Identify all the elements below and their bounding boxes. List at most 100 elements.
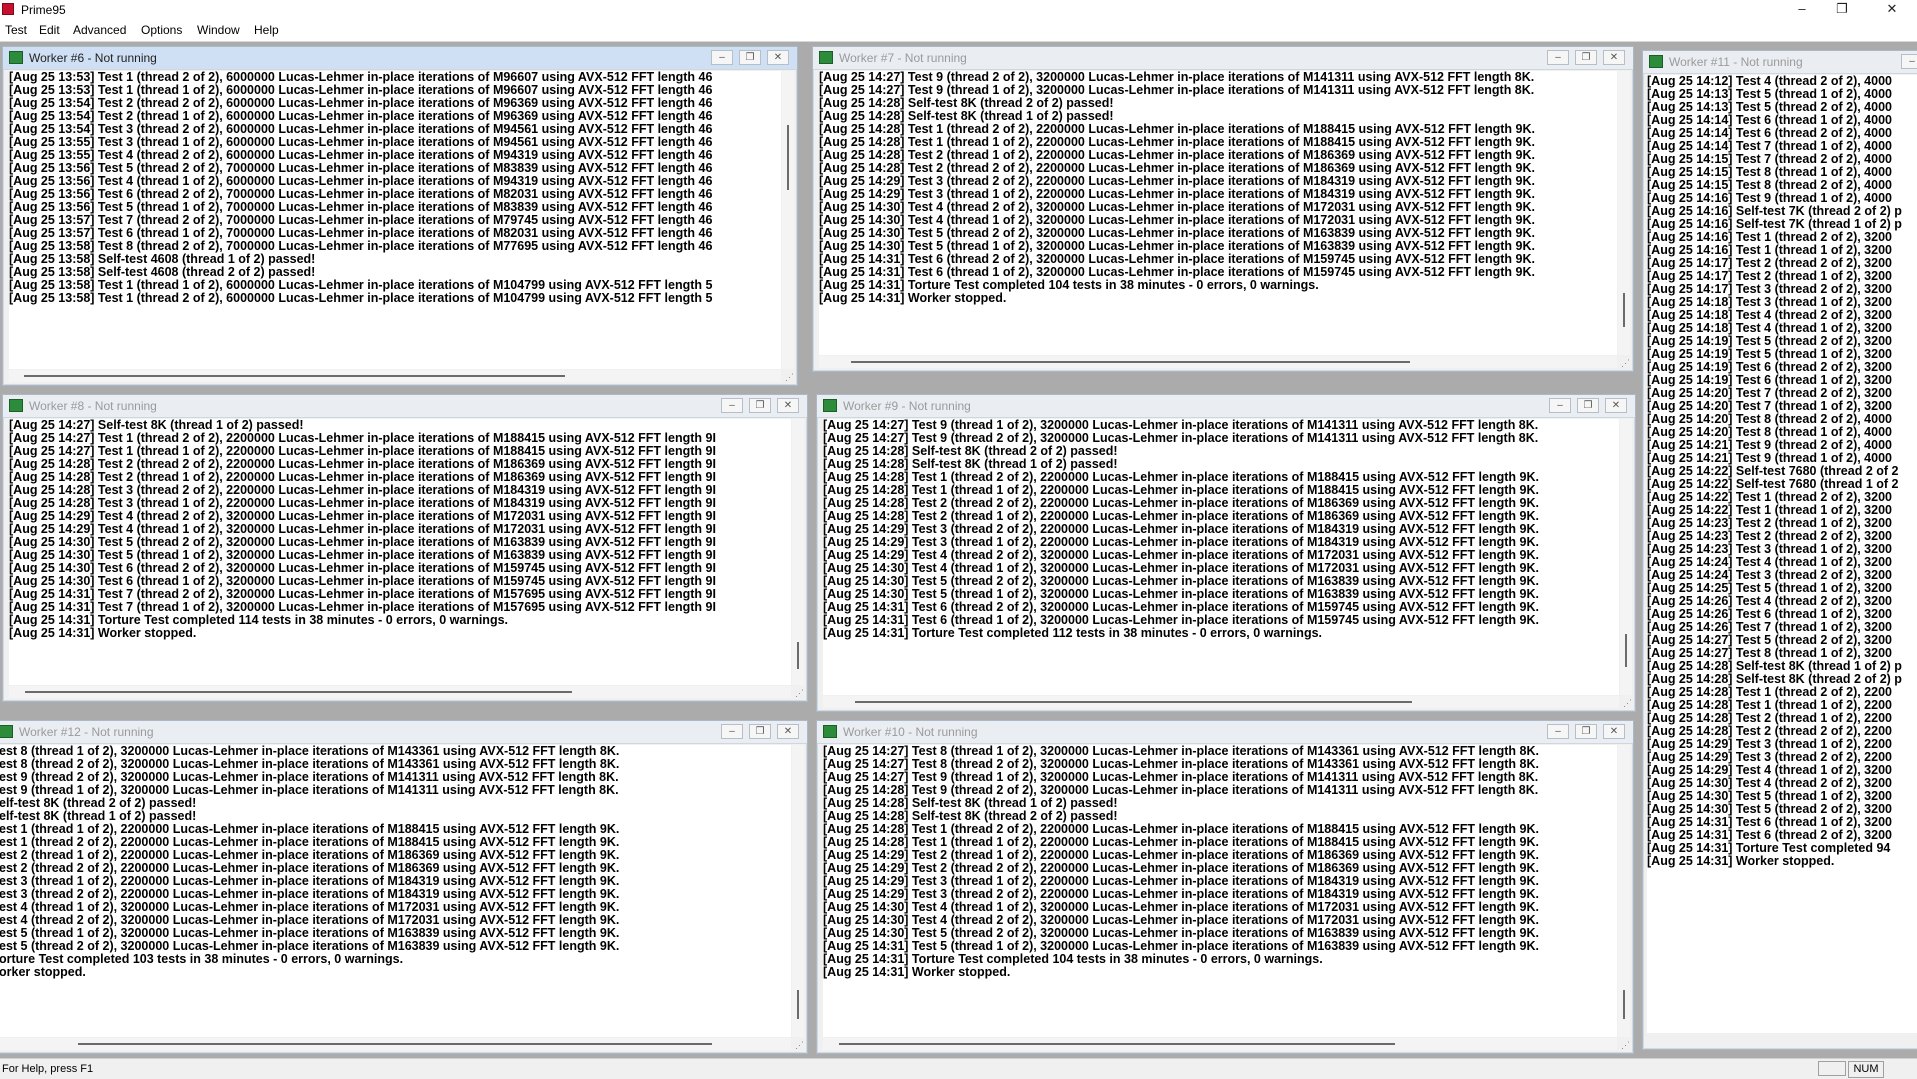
close-icon[interactable]: ✕: [1605, 398, 1627, 413]
worker-log[interactable]: est 8 (thread 1 of 2), 3200000 Lucas-Leh…: [0, 745, 791, 1037]
menu-window[interactable]: Window: [195, 23, 242, 37]
minimize-icon[interactable]: –: [1901, 54, 1917, 69]
worker-7-window[interactable]: Worker #7 - Not running – ❐ ✕ [Aug 25 14:27]…: [812, 46, 1634, 372]
resize-grip-icon[interactable]: ⋰: [1620, 358, 1631, 369]
log-line: [Aug 25 14:31] Worker stopped.: [9, 626, 197, 640]
resize-grip-icon[interactable]: ⋰: [1622, 698, 1633, 709]
horizontal-scrollbar[interactable]: [823, 1038, 1617, 1050]
app-title: Prime95: [21, 3, 66, 17]
worker-log[interactable]: [Aug 25 14:27] Self-test 8K (thread 1 of…: [9, 419, 791, 685]
worker-12-window[interactable]: Worker #12 - Not running – ❐ ✕ est 8 (thread…: [0, 720, 808, 1054]
status-pane-empty: [1818, 1061, 1846, 1076]
vertical-scroll-thumb[interactable]: [797, 990, 799, 1020]
horizontal-scroll-thumb[interactable]: [78, 1043, 712, 1045]
status-num-lock: NUM: [1848, 1061, 1884, 1078]
worker-log[interactable]: [Aug 25 14:27] Test 9 (thread 1 of 2), 3…: [823, 419, 1619, 695]
minimize-icon[interactable]: –: [721, 398, 743, 413]
vertical-scroll-thumb[interactable]: [797, 642, 799, 670]
menu-edit[interactable]: Edit: [37, 23, 62, 37]
log-line: [Aug 25 13:58] Test 1 (thread 2 of 2), 6…: [9, 291, 713, 305]
worker-log[interactable]: [Aug 25 14:27] Test 8 (thread 1 of 2), 3…: [823, 745, 1617, 1037]
minimize-icon[interactable]: –: [1547, 724, 1569, 739]
horizontal-scroll-thumb[interactable]: [24, 375, 565, 377]
worker-titlebar[interactable]: Worker #7 - Not running – ❐ ✕: [813, 47, 1633, 70]
close-icon[interactable]: ✕: [777, 398, 799, 413]
vertical-scrollbar[interactable]: [1618, 745, 1630, 1037]
vertical-scrollbar[interactable]: [792, 419, 804, 685]
prime95-app-icon: [2, 3, 14, 15]
horizontal-scroll-thumb[interactable]: [854, 701, 1413, 703]
status-help-text: For Help, press F1: [2, 1063, 94, 1075]
close-icon[interactable]: ✕: [1603, 724, 1625, 739]
horizontal-scroll-thumb[interactable]: [838, 1043, 1395, 1045]
restore-icon[interactable]: ❐: [749, 398, 771, 413]
horizontal-scrollbar[interactable]: [9, 686, 791, 698]
vertical-scrollbar[interactable]: [782, 71, 794, 369]
horizontal-scrollbar[interactable]: [9, 370, 781, 382]
worker-window-icon: [823, 399, 837, 412]
worker-10-window[interactable]: Worker #10 - Not running – ❐ ✕ [Aug 25 14:27…: [816, 720, 1634, 1054]
worker-titlebar[interactable]: Worker #10 - Not running – ❐ ✕: [817, 721, 1633, 744]
close-icon[interactable]: ✕: [1603, 50, 1625, 65]
worker-title: Worker #10 - Not running: [843, 725, 978, 739]
minimize-icon[interactable]: –: [711, 50, 733, 65]
resize-grip-icon[interactable]: ⋰: [1620, 1040, 1631, 1051]
worker-titlebar[interactable]: Worker #9 - Not running – ❐ ✕: [817, 395, 1635, 418]
vertical-scrollbar[interactable]: [1620, 419, 1632, 695]
app-maximize-button[interactable]: ❐: [1822, 0, 1862, 20]
close-icon[interactable]: ✕: [777, 724, 799, 739]
restore-icon[interactable]: ❐: [1577, 398, 1599, 413]
close-icon[interactable]: ✕: [767, 50, 789, 65]
worker-titlebar[interactable]: Worker #8 - Not running – ❐ ✕: [3, 395, 807, 418]
horizontal-scroll-thumb[interactable]: [850, 361, 1410, 363]
menu-test[interactable]: Test: [3, 23, 29, 37]
worker-6-window[interactable]: Worker #6 - Not running – ❐ ✕ [Aug 25 13:53]…: [2, 46, 798, 386]
restore-icon[interactable]: ❐: [749, 724, 771, 739]
vertical-scroll-thumb[interactable]: [1625, 634, 1627, 668]
worker-window-icon: [9, 51, 23, 64]
resize-grip-icon[interactable]: ⋰: [794, 1040, 805, 1051]
menu-advanced[interactable]: Advanced: [71, 23, 128, 37]
resize-grip-icon[interactable]: ⋰: [784, 372, 795, 383]
menu-options[interactable]: Options: [139, 23, 184, 37]
restore-icon[interactable]: ❐: [1575, 50, 1597, 65]
minimize-icon[interactable]: –: [721, 724, 743, 739]
worker-log[interactable]: [Aug 25 14:12] Test 4 (thread 2 of 2), 4…: [1647, 75, 1917, 1033]
app-close-button[interactable]: ✕: [1872, 0, 1912, 20]
minimize-icon[interactable]: –: [1547, 50, 1569, 65]
menu-help[interactable]: Help: [252, 23, 281, 37]
app-minimize-button[interactable]: –: [1782, 0, 1822, 20]
worker-title: Worker #8 - Not running: [29, 399, 157, 413]
log-line: [Aug 25 14:31] Worker stopped.: [1647, 854, 1835, 868]
app-titlebar: Prime95 – ❐ ✕: [0, 0, 1917, 21]
worker-9-window[interactable]: Worker #9 - Not running – ❐ ✕ [Aug 25 14:27]…: [816, 394, 1636, 712]
worker-window-icon: [819, 51, 833, 64]
restore-icon[interactable]: ❐: [1575, 724, 1597, 739]
resize-grip-icon[interactable]: ⋰: [794, 688, 805, 699]
vertical-scroll-thumb[interactable]: [787, 124, 789, 191]
horizontal-scrollbar[interactable]: [823, 696, 1619, 708]
worker-title: Worker #6 - Not running: [29, 51, 157, 65]
worker-8-window[interactable]: Worker #8 - Not running – ❐ ✕ [Aug 25 14:27]…: [2, 394, 808, 702]
worker-title: Worker #11 - Not running: [1669, 55, 1803, 69]
log-line: [Aug 25 14:31] Worker stopped.: [819, 291, 1007, 305]
worker-titlebar[interactable]: Worker #6 - Not running – ❐ ✕: [3, 47, 797, 70]
worker-log[interactable]: [Aug 25 13:53] Test 1 (thread 2 of 2), 6…: [9, 71, 781, 369]
vertical-scrollbar[interactable]: [1618, 71, 1630, 355]
minimize-icon[interactable]: –: [1549, 398, 1571, 413]
horizontal-scrollbar[interactable]: [819, 356, 1617, 368]
worker-title: Worker #9 - Not running: [843, 399, 971, 413]
vertical-scroll-thumb[interactable]: [1623, 990, 1625, 1020]
horizontal-scroll-thumb[interactable]: [24, 691, 573, 693]
restore-icon[interactable]: ❐: [739, 50, 761, 65]
menu-bar: Test Edit Advanced Options Window Help: [0, 20, 1917, 42]
vertical-scrollbar[interactable]: [792, 745, 804, 1037]
worker-log[interactable]: [Aug 25 14:27] Test 9 (thread 2 of 2), 3…: [819, 71, 1617, 355]
vertical-scroll-thumb[interactable]: [1623, 292, 1625, 327]
worker-titlebar[interactable]: Worker #11 - Not running –: [1643, 51, 1917, 74]
worker-11-window[interactable]: Worker #11 - Not running – [Aug 25 14:12] …: [1642, 50, 1917, 1050]
horizontal-scrollbar[interactable]: [0, 1038, 791, 1050]
worker-titlebar[interactable]: Worker #12 - Not running – ❐ ✕: [0, 721, 807, 744]
worker-title: Worker #7 - Not running: [839, 51, 967, 65]
log-line: [Aug 25 14:31] Torture Test completed 11…: [823, 626, 1322, 640]
